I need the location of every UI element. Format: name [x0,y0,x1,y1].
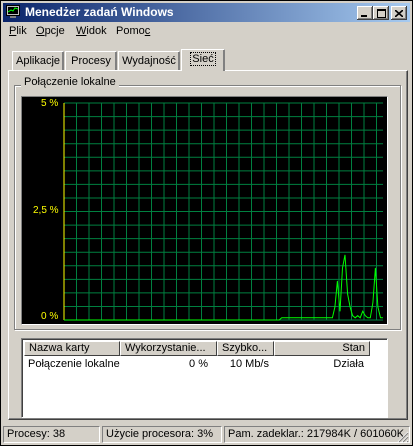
menu-bar: Plik Opcje Widok Pomoc [3,23,410,41]
resize-grip-icon[interactable] [397,431,409,443]
menu-help[interactable]: Pomoc [116,25,150,37]
menu-file[interactable]: Plik [9,25,27,37]
status-cpu-usage: Użycie procesora: 3% [102,426,222,443]
task-manager-icon [6,5,20,18]
task-manager-window: Menedżer zadań Windows Plik Opcje Widok … [0,0,413,446]
status-bar: Procesy: 38 Użycie procesora: 3% Pam. za… [3,425,410,444]
title-bar[interactable]: Menedżer zadań Windows [3,3,410,22]
menu-view[interactable]: Widok [76,25,107,37]
y-label-min: 0 % [41,311,59,322]
maximize-button[interactable] [373,6,389,20]
close-icon [395,9,403,17]
window-title: Menedżer zadań Windows [25,5,174,19]
maximize-icon [376,8,386,18]
y-label-mid: 2,5 % [33,205,59,216]
tab-networking[interactable]: Sieć [181,49,225,71]
networking-panel [8,70,408,420]
tab-applications[interactable]: Aplikacje [12,51,64,71]
graph-group-label: Połączenie lokalne [21,76,119,88]
close-button[interactable] [391,6,407,20]
menu-options[interactable]: Opcje [36,25,65,37]
tab-processes[interactable]: Procesy [65,51,117,71]
tab-performance[interactable]: Wydajność [118,51,180,71]
minimize-button[interactable] [357,6,373,20]
status-processes: Procesy: 38 [3,426,100,443]
y-label-max: 5 % [41,98,59,109]
minimize-icon [361,14,367,17]
status-commit-charge: Pam. zadeklar.: 217984K / 601060K [224,426,410,443]
